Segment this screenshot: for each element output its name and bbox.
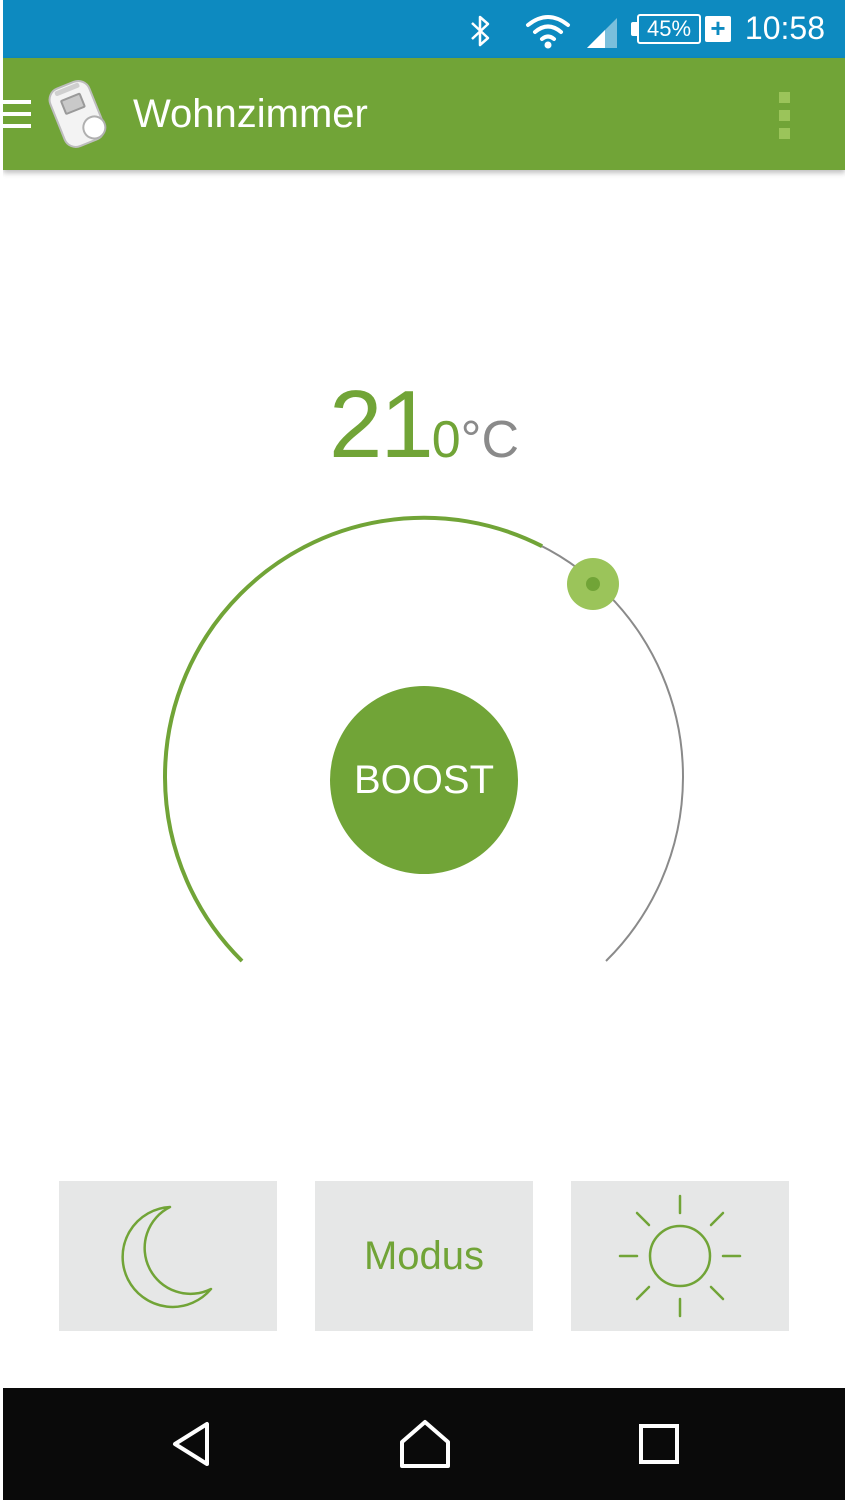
temperature-unit: °C: [460, 411, 520, 469]
battery-icon: 45%: [637, 14, 701, 44]
temperature-integer: 21: [328, 371, 434, 478]
frame-edge-left: [0, 0, 3, 1500]
bluetooth-icon: [471, 15, 490, 47]
dial-knob[interactable]: [566, 557, 620, 611]
moon-icon: [121, 1205, 213, 1309]
cell-signal-icon: [587, 18, 617, 48]
overflow-menu-icon[interactable]: [777, 92, 793, 140]
app-title: Wohnzimmer: [133, 92, 368, 136]
status-clock: 10:58: [744, 10, 825, 46]
boost-button[interactable]: BOOST: [330, 686, 518, 874]
temperature-fraction: 0: [431, 411, 461, 469]
wifi-icon: [526, 15, 570, 49]
menu-icon[interactable]: [3, 96, 33, 132]
thermostat-device-icon: [48, 79, 107, 148]
status-bar: 45% + 10:58: [3, 0, 845, 58]
app-bar: Wohnzimmer: [3, 58, 845, 170]
sun-icon: [618, 1194, 742, 1318]
home-icon[interactable]: [397, 1418, 453, 1470]
recents-icon[interactable]: [631, 1418, 687, 1470]
day-mode-button[interactable]: [571, 1181, 789, 1331]
temperature-display: 210°C: [0, 370, 848, 480]
modus-label: Modus: [363, 1233, 485, 1278]
charging-icon: +: [705, 15, 731, 42]
back-icon[interactable]: [165, 1418, 221, 1470]
modus-button[interactable]: Modus: [315, 1181, 533, 1331]
night-mode-button[interactable]: [59, 1181, 277, 1331]
navigation-bar: [3, 1388, 845, 1500]
